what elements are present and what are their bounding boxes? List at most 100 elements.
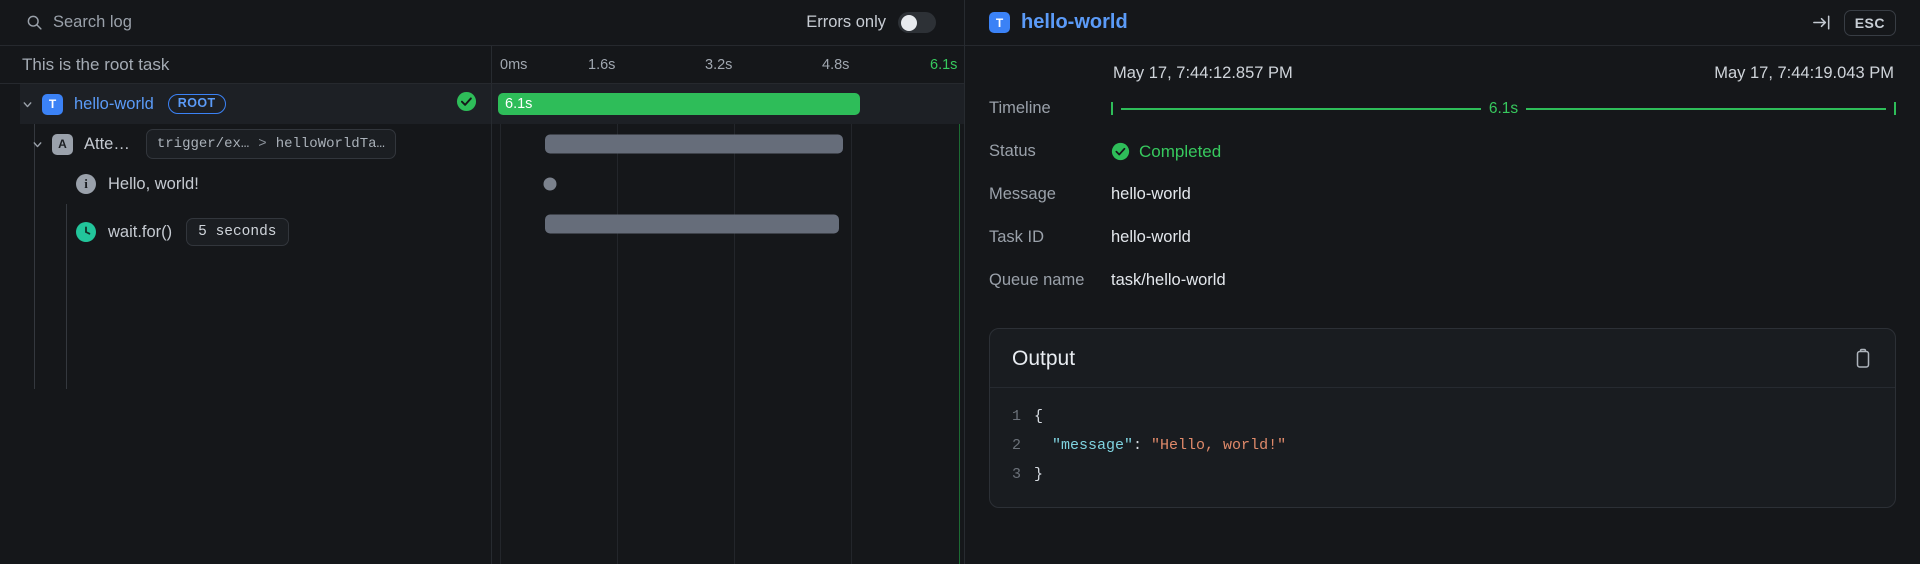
line-number: 3 — [1012, 466, 1022, 483]
timeline-row-attempt[interactable] — [492, 124, 964, 164]
output-code: 1 { 2 "message" : "Hello, world!" 3 } — [990, 388, 1895, 507]
code-token-key: "message" — [1052, 437, 1134, 454]
tree-rows: T hello-world ROOT A Atte… trigger/ex… >… — [0, 84, 492, 564]
collapse-right-icon[interactable] — [1811, 12, 1832, 33]
code-token-string: "Hello, world!" — [1151, 437, 1287, 454]
tree-row-title: wait.for() — [108, 222, 173, 241]
tree-row-task[interactable]: T hello-world ROOT — [20, 84, 491, 124]
detail-title-group: T hello-world — [989, 11, 1128, 34]
check-circle-icon — [1111, 142, 1130, 161]
timeline-bars: 6.1s — [492, 84, 964, 564]
esc-button[interactable]: ESC — [1843, 9, 1896, 36]
log-body: T hello-world ROOT A Atte… trigger/ex… >… — [0, 84, 964, 564]
code-line: 1 { — [1012, 402, 1873, 431]
message-label: Message — [989, 185, 1056, 203]
task-path-chip[interactable]: trigger/ex… > helloWorldTa… — [145, 129, 396, 159]
tree-row-attempt[interactable]: A Atte… trigger/ex… > helloWorldTa… — [30, 124, 491, 164]
task-id-label: Task ID — [989, 228, 1045, 246]
timeline-line-right — [1526, 107, 1886, 110]
axis-tick-1: 1.6s — [588, 56, 616, 73]
task-badge: T — [989, 12, 1010, 33]
toggle-knob — [900, 14, 917, 31]
log-panel: Errors only This is the root task 0ms 1.… — [0, 0, 965, 564]
search-bar: Errors only — [0, 0, 964, 46]
timeline-bar-attempt[interactable] — [545, 134, 843, 154]
task-path-left: trigger/ex… — [156, 136, 250, 152]
output-header: Output — [990, 329, 1895, 388]
queue-name-value: task/hello-world — [1111, 271, 1226, 289]
page-title: hello-world — [1021, 11, 1128, 33]
tree-row-title[interactable]: Atte… — [84, 135, 130, 154]
detail-meta-grid: May 17, 7:44:12.857 PM May 17, 7:44:19.0… — [989, 62, 1896, 302]
queue-name-label: Queue name — [989, 271, 1085, 289]
clipboard-icon[interactable] — [1853, 348, 1873, 370]
root-tag: ROOT — [167, 94, 226, 114]
detail-panel: T hello-world ESC May 17, 7:44:12.857 PM… — [965, 0, 1920, 564]
timeline-end-time: May 17, 7:44:19.043 PM — [1714, 64, 1894, 82]
trace-viewer: Errors only This is the root task 0ms 1.… — [0, 0, 1920, 564]
task-badge: T — [42, 93, 63, 115]
timeline-duration: 6.1s — [1488, 99, 1519, 117]
status-text: Completed — [1139, 141, 1222, 161]
search-input[interactable] — [53, 13, 453, 32]
columns-header: This is the root task 0ms 1.6s 3.2s 4.8s… — [0, 46, 964, 84]
attempt-badge: A — [52, 133, 73, 155]
chevron-down-icon[interactable] — [30, 137, 44, 151]
axis-tick-0: 0ms — [500, 56, 528, 73]
chevron-down-icon[interactable] — [20, 97, 34, 111]
tree-guide-line-2 — [66, 204, 67, 389]
tree-column-header: This is the root task — [0, 46, 492, 83]
status-label: Status — [989, 142, 1036, 160]
tree-row-title: Hello, world! — [108, 174, 199, 193]
timeline-bar-wait[interactable] — [545, 214, 839, 234]
info-icon: i — [76, 174, 96, 194]
check-circle-icon — [456, 91, 477, 117]
timeline-timestamps: May 17, 7:44:12.857 PM May 17, 7:44:19.0… — [1111, 62, 1896, 87]
code-token: { — [1034, 408, 1044, 425]
clock-icon — [76, 222, 96, 242]
timeline-start-cap — [1111, 102, 1113, 115]
code-line: 3 } — [1012, 460, 1873, 489]
output-card: Output 1 { 2 "message" : "Hello, world!"… — [989, 328, 1896, 508]
line-number: 2 — [1012, 437, 1022, 454]
timeline-line-left — [1121, 107, 1481, 110]
wait-duration-chip: 5 seconds — [186, 218, 289, 246]
timeline-bar-task[interactable]: 6.1s — [498, 93, 860, 115]
search-icon — [26, 14, 43, 31]
axis-tick-3: 4.8s — [822, 56, 850, 73]
tree-row-wait[interactable]: wait.for() 5 seconds — [76, 212, 491, 252]
axis-tick-4: 6.1s — [930, 56, 958, 73]
code-token-colon: : — [1133, 437, 1152, 454]
timeline-bar-label: 6.1s — [505, 96, 533, 112]
detail-body: May 17, 7:44:12.857 PM May 17, 7:44:19.0… — [965, 46, 1920, 302]
task-id-value: hello-world — [1111, 228, 1191, 246]
timeline-start-time: May 17, 7:44:12.857 PM — [1113, 64, 1293, 82]
timeline-track-wrap: 6.1s — [1111, 87, 1896, 130]
root-task-caption: This is the root task — [22, 54, 170, 74]
line-number: 1 — [1012, 408, 1022, 425]
status-badge: Completed — [1111, 142, 1221, 162]
output-title: Output — [1012, 347, 1076, 370]
timeline-axis: 0ms 1.6s 3.2s 4.8s 6.1s — [492, 46, 964, 83]
timeline-row-task[interactable]: 6.1s — [492, 84, 964, 124]
timeline-track: 6.1s — [1111, 100, 1896, 118]
code-token: } — [1034, 466, 1044, 483]
axis-tick-2: 3.2s — [705, 56, 733, 73]
timeline-row-log[interactable] — [492, 164, 964, 204]
timeline-row-wait[interactable] — [492, 204, 964, 244]
tree-row-log[interactable]: i Hello, world! — [76, 164, 491, 204]
detail-header: T hello-world ESC — [965, 0, 1920, 46]
errors-only-toggle-group[interactable]: Errors only — [806, 12, 942, 33]
timeline-label: Timeline — [989, 99, 1051, 117]
code-line: 2 "message" : "Hello, world!" — [1012, 431, 1873, 460]
timeline-end-cap — [1894, 102, 1896, 115]
task-path-separator: > — [258, 136, 267, 152]
detail-header-actions: ESC — [1811, 9, 1896, 36]
search-field-group[interactable] — [26, 13, 806, 32]
errors-only-toggle[interactable] — [898, 12, 936, 33]
message-value: hello-world — [1111, 185, 1191, 203]
timeline-dot-log[interactable] — [543, 177, 557, 191]
tree-row-title[interactable]: hello-world — [74, 95, 154, 114]
task-path-right: helloWorldTa… — [275, 136, 385, 152]
